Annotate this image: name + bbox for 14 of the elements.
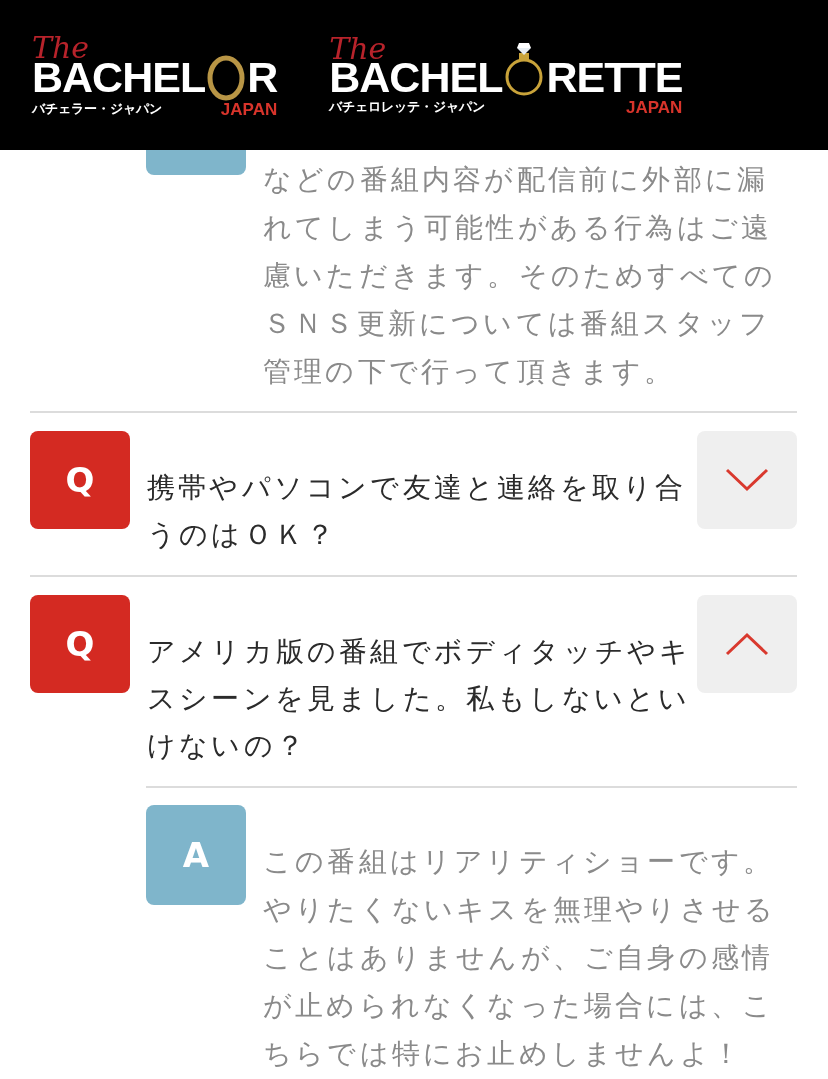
question-badge: Q — [30, 595, 130, 693]
answer-text: などの番組内容が配信前に外部に漏れてしまう可能性がある行為はご遠慮いただきます。そのためすべてのＳＮＳ更新については番組スタッフ管理の下で行って頂きます。 — [263, 162, 778, 390]
logo-wordmark: R — [247, 56, 278, 99]
question-text: 携帯やパソコンで友達と連絡を取り合うのはＯＫ？ — [147, 470, 688, 553]
logo-script-text: The — [32, 32, 90, 63]
answer-text: この番組はリアリティショーです。やりたくないキスを無理やりさせることはありませんが、ご自身の感情が止められなくなった場合には、こちらでは特にお止めしませんよ！ — [263, 844, 778, 1072]
logo-region-text: JAPAN — [220, 100, 278, 118]
question-text: アメリカ版の番組でボディタッチやキスシーンを見ました。私もしないといけないの？ — [147, 634, 693, 764]
logo-region-text: JAPAN — [626, 99, 683, 116]
answer-badge: A — [146, 805, 246, 905]
question-badge: Q — [30, 431, 130, 529]
logo-wordmark: RETTE — [546, 56, 683, 99]
logo-subtitle: バチェラー・ジャパン — [32, 100, 162, 117]
logo-subtitle: バチェロレッテ・ジャパン — [329, 99, 486, 115]
